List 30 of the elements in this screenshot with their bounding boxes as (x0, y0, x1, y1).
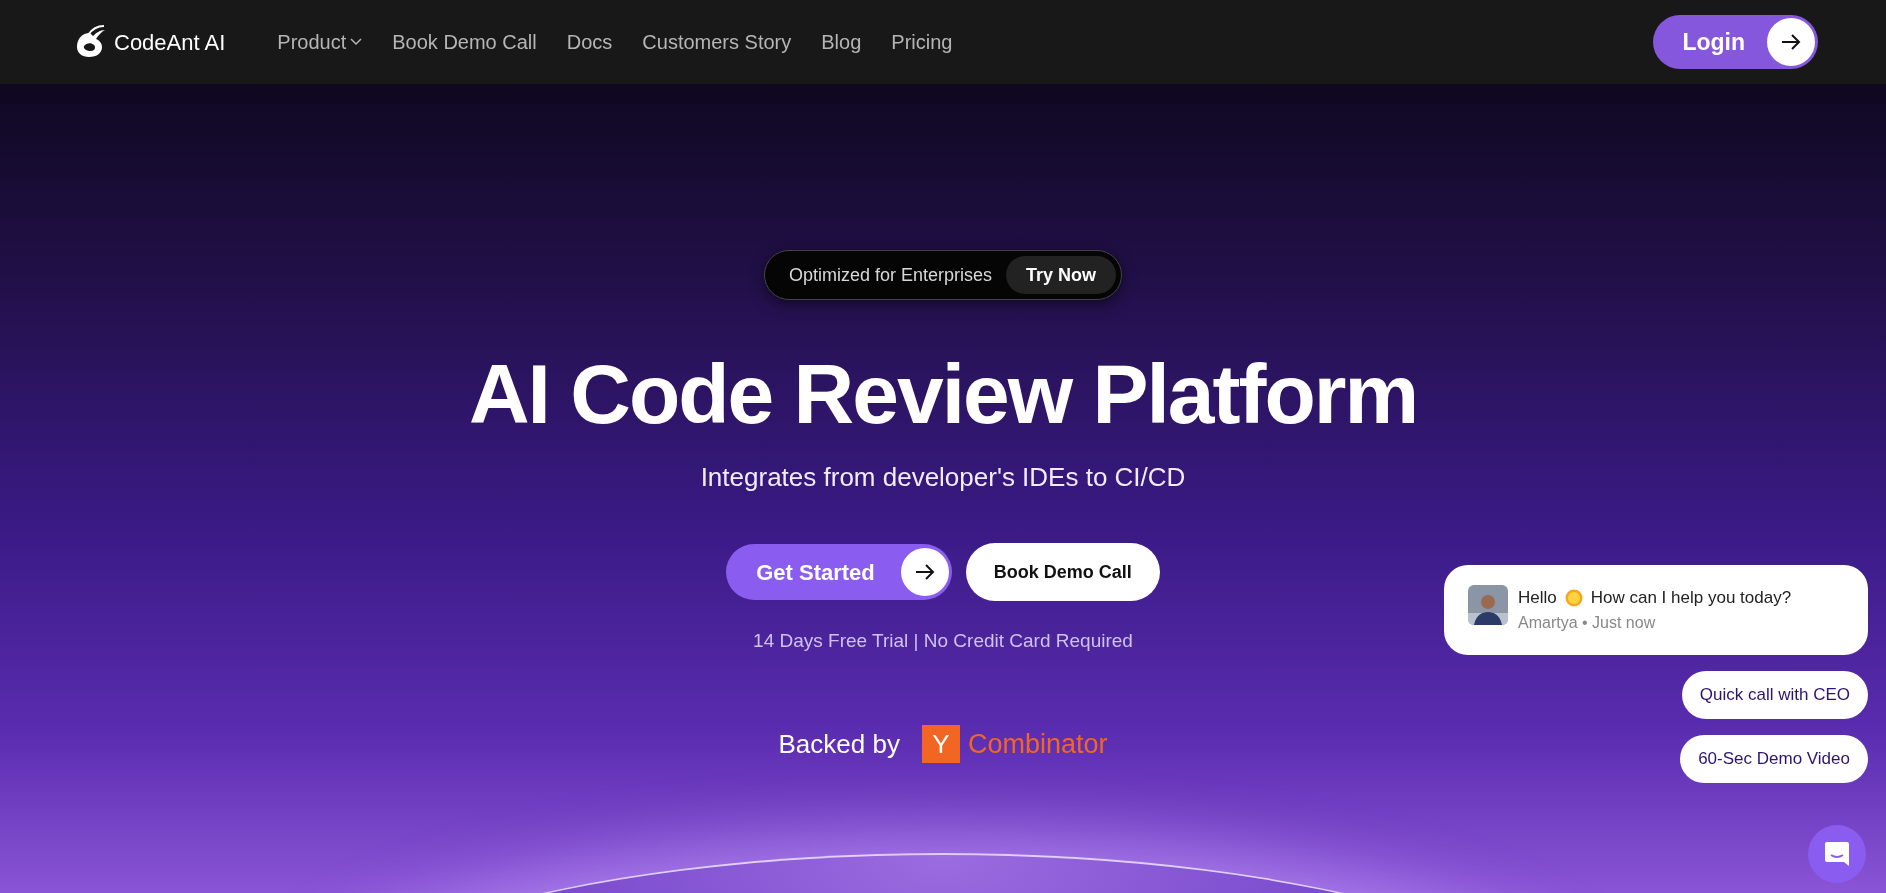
logo-icon (74, 25, 106, 59)
book-demo-button[interactable]: Book Demo Call (965, 543, 1160, 602)
trial-note: 14 Days Free Trial | No Credit Card Required (753, 629, 1133, 654)
nav-link[interactable]: Pricing (891, 27, 953, 57)
arrow-right-icon (914, 564, 935, 581)
get-started-button[interactable]: Get Started (726, 544, 952, 601)
message-text: How can I help you today? (1590, 587, 1792, 609)
nav-link[interactable]: Blog (821, 27, 862, 57)
chat-message-card[interactable]: Hello How can I help you today? Amartya • Just now (1444, 565, 1868, 655)
nav-link[interactable]: Book Demo Call (392, 27, 537, 57)
hero-subtitle: Integrates from developer's IDEs to CI/CD (700, 461, 1186, 495)
backed-by-text: Backed by (778, 727, 900, 761)
greeting-text: Hello (1518, 587, 1557, 609)
yc-logo-text: Combinator (967, 727, 1108, 761)
nav-link[interactable]: Docs (566, 27, 613, 57)
brand-link[interactable]: CodeAnt AI (74, 25, 226, 59)
chevron-down-icon (350, 38, 363, 46)
arrow-right-icon (1781, 34, 1801, 50)
yc-logo-mark: Y (921, 725, 960, 764)
chat-icon (1823, 840, 1851, 868)
hero-title: AI Code Review Platform (468, 348, 1418, 441)
announcement-text: Optimized for Enterprises (788, 263, 993, 287)
message-meta: Amartya • Just now (1518, 612, 1657, 633)
try-now-button[interactable]: Try Now (1006, 256, 1117, 294)
nav-link[interactable]: Customers Story (642, 27, 792, 57)
nav-dropdown[interactable]: Product (277, 27, 363, 57)
quick-reply-button[interactable]: 60-Sec Demo Video (1680, 734, 1868, 783)
quick-reply-button[interactable]: Quick call with CEO (1681, 670, 1868, 719)
login-button[interactable]: Login (1653, 15, 1818, 69)
sun-icon (1564, 588, 1583, 607)
